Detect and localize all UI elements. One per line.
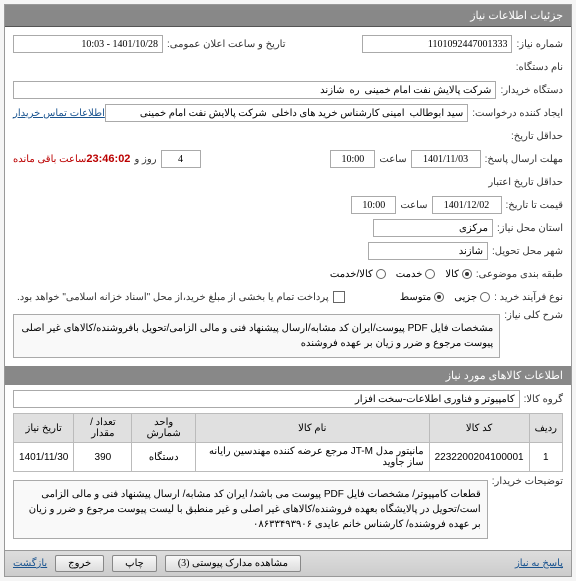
footer-bar: پاسخ به نیاز مشاهده مدارک پیوستی (3) چاپ… (5, 550, 571, 576)
time-label-2: ساعت (400, 200, 427, 211)
validity-date-field[interactable] (432, 196, 502, 214)
details-panel: جزئیات اطلاعات نیاز شماره نیاز: تاریخ و … (4, 4, 572, 577)
partial-pay-label: پرداخت تمام یا بخشی از مبلغ خرید،از محل … (17, 292, 329, 303)
need-place-label: استان محل نیاز: (497, 223, 563, 234)
days-field[interactable] (161, 150, 201, 168)
th-name: نام کالا (195, 414, 429, 443)
partial-pay-checkbox[interactable] (333, 291, 345, 303)
requester-field[interactable] (105, 104, 468, 122)
need-place-field[interactable] (373, 219, 493, 237)
general-desc-box: مشخصات فایل PDF پیوست/ایران کد مشابه/ارس… (13, 314, 500, 358)
panel-header: جزئیات اطلاعات نیاز (5, 5, 571, 27)
buy-process-radios: جزیی متوسط (400, 292, 490, 303)
radio-buy-mid[interactable] (434, 292, 444, 302)
exit-button[interactable]: خروج (55, 555, 104, 572)
validity-label: حداقل تاریخ اعتبار (488, 177, 563, 188)
subject-class-label: طبقه بندی موضوعی: (476, 269, 563, 280)
buy-process-label: نوع فرآیند خرید : (494, 292, 563, 303)
radio-service[interactable] (425, 269, 435, 279)
time-label-1: ساعت (379, 154, 406, 165)
form-area: شماره نیاز: تاریخ و ساعت اعلان عمومی: نا… (5, 27, 571, 550)
public-date-field[interactable] (13, 35, 163, 53)
public-date-label: تاریخ و ساعت اعلان عمومی: (167, 39, 286, 50)
th-date: تاریخ نیاز (14, 414, 74, 443)
price-until-label: قیمت تا تاریخ: (506, 200, 563, 211)
goods-group-label: گروه کالا: (524, 394, 563, 405)
general-desc-label: شرح کلی نیاز: (504, 310, 563, 321)
goods-group-field[interactable] (13, 390, 520, 408)
goods-info-header: اطلاعات کالاهای مورد نیاز (5, 366, 571, 385)
requester-label: ایجاد کننده درخواست: (472, 108, 563, 119)
attach-button[interactable]: مشاهده مدارک پیوستی (3) (165, 555, 301, 572)
table-row: 1 2232200204100001 مانیتور مدل JT-M مرجع… (14, 443, 563, 472)
countdown: 23:46:02 (86, 153, 130, 165)
goods-table: ردیف کد کالا نام کالا واحد شمارش تعداد /… (13, 413, 563, 472)
reply-link[interactable]: پاسخ به نیاز (515, 558, 563, 569)
subject-radios: کالا خدمت کالا/خدمت (330, 269, 472, 280)
days-label: روز و (134, 154, 156, 165)
contact-link[interactable]: اطلاعات تماس خریدار (13, 108, 105, 119)
delivery-city-label: شهر محل تحویل: (492, 246, 563, 257)
back-link[interactable]: بازگشت (13, 558, 47, 569)
th-row: ردیف (529, 414, 562, 443)
remaining-label: ساعت باقی مانده (13, 154, 86, 165)
response-time-field[interactable] (330, 150, 375, 168)
radio-buy-low[interactable] (480, 292, 490, 302)
radio-goods[interactable] (462, 269, 472, 279)
print-button[interactable]: چاپ (112, 555, 157, 572)
buyer-notes-box: قطعات کامپیوتر/ مشخصات فایل PDF پیوست می… (13, 480, 488, 539)
response-date-field[interactable] (411, 150, 481, 168)
panel-title: جزئیات اطلاعات نیاز (470, 10, 563, 22)
buyer-notes-label: توضیحات خریدار: (492, 476, 563, 487)
radio-goods-service[interactable] (376, 269, 386, 279)
th-qty: تعداد / مقدار (74, 414, 132, 443)
th-code: کد کالا (429, 414, 529, 443)
response-deadline-label: مهلت ارسال پاسخ: (485, 154, 563, 165)
buyer-field[interactable] (13, 81, 496, 99)
need-no-field[interactable] (362, 35, 512, 53)
buyer-label: دستگاه خریدار: (500, 85, 563, 96)
delivery-city-field[interactable] (368, 242, 488, 260)
deadline-label: حداقل تاریخ: (511, 131, 563, 142)
th-unit: واحد شمارش (132, 414, 196, 443)
device-label: نام دستگاه: (516, 62, 563, 73)
validity-time-field[interactable] (351, 196, 396, 214)
need-no-label: شماره نیاز: (516, 39, 563, 50)
